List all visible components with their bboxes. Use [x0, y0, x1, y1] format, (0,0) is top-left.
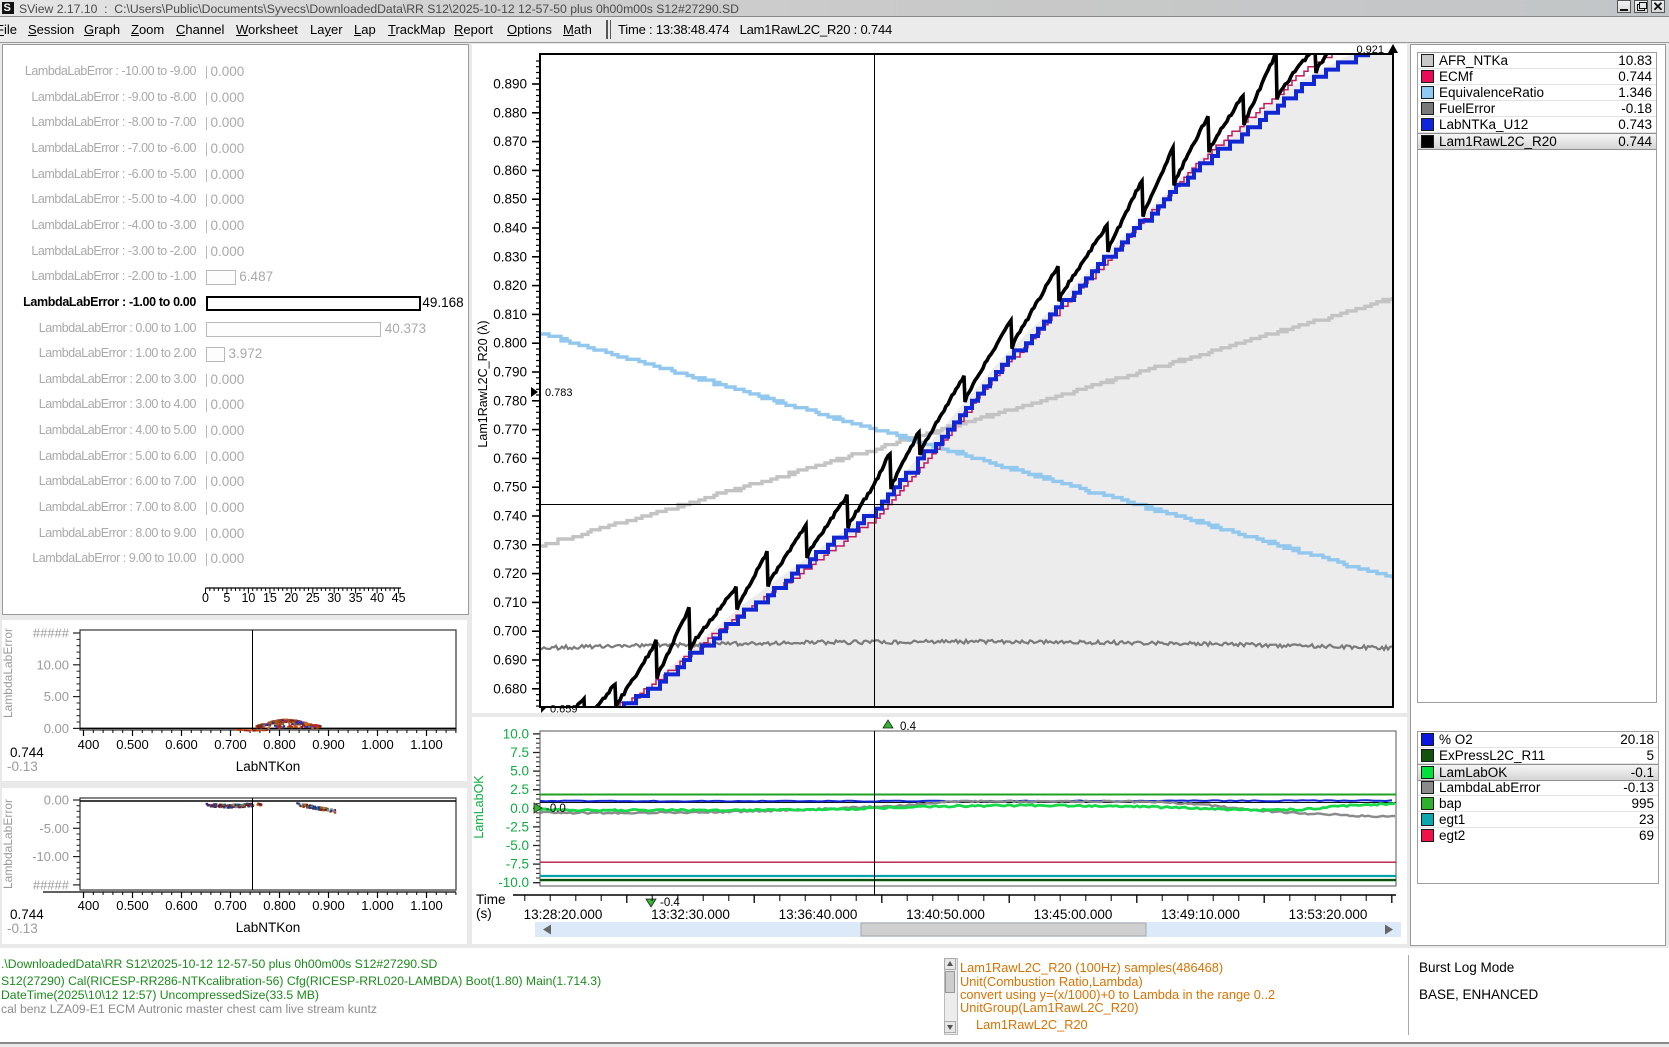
- svg-text:0.744: 0.744: [10, 907, 44, 922]
- svg-text:0.700: 0.700: [493, 624, 527, 639]
- svg-text:400: 400: [78, 898, 100, 913]
- svg-text:13:40:50.000: 13:40:50.000: [906, 907, 985, 922]
- svg-text:1.000: 1.000: [361, 737, 394, 752]
- svg-text:15: 15: [263, 591, 277, 605]
- svg-text:0.921: 0.921: [1356, 44, 1384, 56]
- svg-text:0.500: 0.500: [116, 898, 149, 913]
- svg-text:10: 10: [241, 591, 255, 605]
- svg-text:0.720: 0.720: [493, 566, 527, 581]
- svg-text:0.4: 0.4: [900, 721, 917, 733]
- svg-text:25: 25: [306, 591, 320, 605]
- svg-text:0.900: 0.900: [312, 898, 345, 913]
- svg-text:0.00: 0.00: [44, 793, 69, 808]
- svg-text:-5.00: -5.00: [39, 821, 69, 836]
- svg-text:30: 30: [327, 591, 341, 605]
- svg-text:0.830: 0.830: [493, 249, 527, 264]
- svg-text:(s): (s): [476, 906, 492, 921]
- svg-text:5.0: 5.0: [510, 764, 529, 779]
- svg-text:Time: Time: [476, 892, 506, 907]
- svg-text:-5.0: -5.0: [506, 838, 529, 853]
- svg-text:0.820: 0.820: [493, 278, 527, 293]
- svg-text:0.840: 0.840: [493, 221, 527, 236]
- svg-text:40: 40: [370, 591, 384, 605]
- svg-text:0.900: 0.900: [312, 737, 345, 752]
- svg-text:5: 5: [223, 591, 230, 605]
- svg-text:13:28:20.000: 13:28:20.000: [524, 907, 603, 922]
- svg-text:LamLabOK: LamLabOK: [472, 775, 486, 839]
- svg-text:0.890: 0.890: [493, 77, 527, 92]
- svg-text:0.760: 0.760: [493, 451, 527, 466]
- svg-text:0.750: 0.750: [493, 480, 527, 495]
- svg-text:0.740: 0.740: [493, 509, 527, 524]
- svg-text:13:53:20.000: 13:53:20.000: [1289, 907, 1368, 922]
- svg-text:35: 35: [349, 591, 363, 605]
- svg-text:0.790: 0.790: [493, 365, 527, 380]
- svg-text:13:36:40.000: 13:36:40.000: [779, 907, 858, 922]
- svg-text:5.00: 5.00: [44, 689, 69, 704]
- svg-text:Lam1RawL2C_R20 (λ): Lam1RawL2C_R20 (λ): [476, 320, 490, 447]
- svg-text:0.860: 0.860: [493, 163, 527, 178]
- svg-text:0.700: 0.700: [214, 898, 247, 913]
- svg-text:0.500: 0.500: [116, 737, 149, 752]
- svg-text:0.810: 0.810: [493, 307, 527, 322]
- svg-text:-10.0: -10.0: [498, 875, 529, 890]
- svg-text:7.5: 7.5: [510, 745, 529, 760]
- svg-text:0.600: 0.600: [165, 737, 198, 752]
- svg-text:LambdaLabError: LambdaLabError: [2, 628, 15, 718]
- svg-text:2.5: 2.5: [510, 782, 529, 797]
- svg-text:0.880: 0.880: [493, 105, 527, 120]
- svg-text:0.800: 0.800: [263, 737, 296, 752]
- svg-text:-0.0: -0.0: [546, 803, 566, 815]
- svg-text:0.744: 0.744: [10, 745, 44, 760]
- svg-text:10.00: 10.00: [36, 657, 69, 672]
- svg-text:0.800: 0.800: [493, 336, 527, 351]
- svg-text:0.680: 0.680: [493, 681, 527, 696]
- svg-text:-0.13: -0.13: [7, 759, 38, 774]
- svg-text:0.659: 0.659: [550, 704, 578, 714]
- svg-text:0.780: 0.780: [493, 393, 527, 408]
- svg-text:20: 20: [284, 591, 298, 605]
- svg-text:LambdaLabError: LambdaLabError: [2, 799, 15, 889]
- svg-text:1.000: 1.000: [361, 898, 394, 913]
- svg-text:1.100: 1.100: [410, 737, 443, 752]
- svg-text:13:32:30.000: 13:32:30.000: [651, 907, 730, 922]
- svg-text:0.870: 0.870: [493, 134, 527, 149]
- svg-text:0.600: 0.600: [165, 898, 198, 913]
- svg-text:1.100: 1.100: [410, 898, 443, 913]
- svg-text:-0.13: -0.13: [7, 921, 38, 936]
- svg-text:10.0: 10.0: [503, 726, 529, 741]
- svg-text:LabNTKon: LabNTKon: [236, 920, 301, 935]
- svg-text:0.690: 0.690: [493, 653, 527, 668]
- svg-text:-2.5: -2.5: [506, 819, 529, 834]
- svg-text:0.783: 0.783: [545, 387, 573, 399]
- svg-text:0.850: 0.850: [493, 192, 527, 207]
- svg-text:0.0: 0.0: [510, 801, 529, 816]
- svg-text:-7.5: -7.5: [506, 857, 529, 872]
- svg-text:0.770: 0.770: [493, 422, 527, 437]
- svg-text:13:45:00.000: 13:45:00.000: [1034, 907, 1113, 922]
- svg-text:0.710: 0.710: [493, 595, 527, 610]
- svg-text:13:49:10.000: 13:49:10.000: [1161, 907, 1240, 922]
- svg-text:LabNTKon: LabNTKon: [236, 759, 301, 774]
- svg-text:0.700: 0.700: [214, 737, 247, 752]
- svg-text:0.00: 0.00: [44, 721, 69, 736]
- svg-text:0.800: 0.800: [263, 898, 296, 913]
- svg-text:0: 0: [202, 591, 209, 605]
- svg-text:45: 45: [392, 591, 406, 605]
- svg-text:0.730: 0.730: [493, 537, 527, 552]
- svg-text:-10.00: -10.00: [32, 849, 69, 864]
- svg-text:#####: #####: [33, 626, 70, 641]
- svg-text:#####: #####: [33, 877, 70, 892]
- svg-text:400: 400: [78, 737, 100, 752]
